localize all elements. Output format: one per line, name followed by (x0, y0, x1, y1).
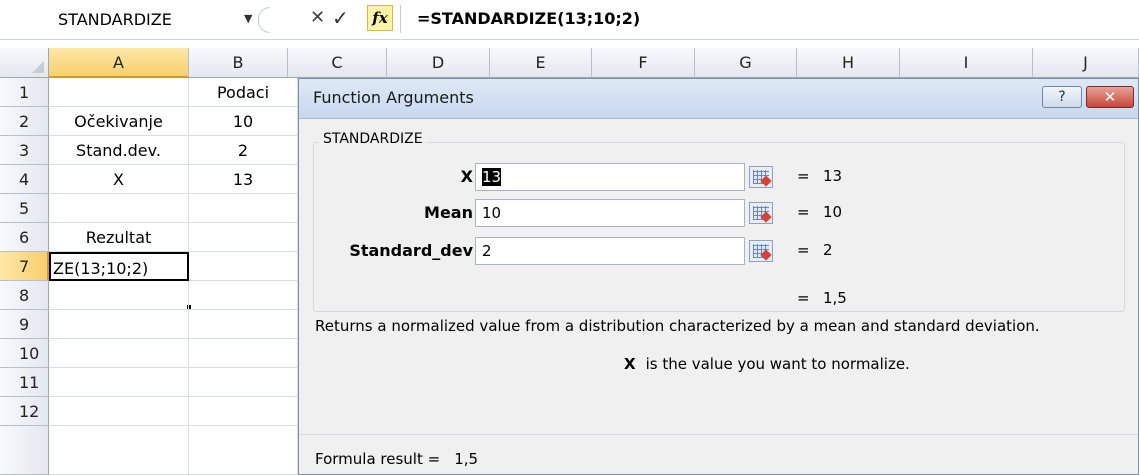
cancel-icon[interactable]: ✕ (310, 7, 325, 28)
column-header-d[interactable]: D (387, 48, 490, 78)
collapse-dialog-mean-icon[interactable] (749, 202, 773, 224)
cell-a10[interactable] (49, 339, 189, 368)
row-header-13[interactable] (0, 426, 49, 475)
argument-input-standard-dev[interactable]: 2 (475, 237, 745, 265)
column-header-j[interactable]: J (1033, 48, 1139, 78)
name-box[interactable]: STANDARDIZE (58, 10, 172, 29)
cell-a5[interactable] (49, 194, 189, 223)
row-header-9[interactable]: 9 (0, 310, 49, 339)
row-header-5[interactable]: 5 (0, 194, 49, 223)
select-all-corner[interactable] (0, 48, 49, 78)
parameter-name: X (624, 355, 636, 373)
argument-result-standard-dev: 2 (823, 241, 833, 259)
argument-row-x: X 13 = 13 (299, 163, 1138, 193)
formula-bar-separator (258, 7, 270, 33)
name-box-dropdown-icon[interactable]: ▼ (244, 12, 252, 25)
formula-result-label: Formula result = (315, 450, 441, 468)
row-header-7[interactable]: 7 (0, 252, 49, 281)
argument-result-mean: 10 (823, 203, 843, 221)
function-arguments-dialog: Function Arguments ? ✕ STANDARDIZE X 13 … (298, 78, 1139, 475)
parameter-description-text: is the value you want to normalize. (645, 355, 910, 373)
column-header-i[interactable]: I (900, 48, 1033, 78)
formula-input[interactable]: =STANDARDIZE(13;10;2) (400, 5, 1139, 33)
column-header-b[interactable]: B (189, 48, 288, 78)
cell-b9[interactable] (189, 310, 298, 339)
dialog-title-bar[interactable]: Function Arguments ? ✕ (299, 79, 1138, 119)
argument-input-mean[interactable]: 10 (475, 199, 745, 227)
argument-result-x: 13 (823, 167, 843, 185)
argument-row-mean: Mean 10 = 10 (299, 199, 1138, 229)
cell-a7-active[interactable]: ZE(13;10;2) (49, 252, 189, 281)
dialog-divider (299, 434, 1138, 435)
cell-b8[interactable] (189, 281, 298, 310)
row-header-8[interactable]: 8 (0, 281, 49, 310)
formula-result: Formula result = 1,5 (315, 450, 478, 468)
argument-input-x[interactable]: 13 (475, 163, 745, 191)
column-header-f[interactable]: F (592, 48, 695, 78)
cell-b1[interactable]: Podaci (189, 78, 298, 107)
cell-a13[interactable] (49, 426, 189, 475)
row-header-11[interactable]: 11 (0, 368, 49, 397)
function-result-value: 1,5 (823, 289, 847, 307)
row-header-2[interactable]: 2 (0, 107, 49, 136)
function-result-equals: = (797, 289, 810, 307)
formula-bar: STANDARDIZE ▼ ✕ ✓ fx =STANDARDIZE(13;10;… (0, 0, 1139, 40)
row-header-12[interactable]: 12 (0, 397, 49, 426)
cell-b5[interactable] (189, 194, 298, 223)
cell-a12[interactable] (49, 397, 189, 426)
collapse-dialog-x-icon[interactable] (749, 166, 773, 188)
column-header-a[interactable]: A (49, 48, 189, 78)
cell-b2[interactable]: 10 (189, 107, 298, 136)
row-header-10[interactable]: 10 (0, 339, 49, 368)
cell-b11[interactable] (189, 368, 298, 397)
cell-a1[interactable] (49, 78, 189, 107)
insert-function-icon[interactable]: fx (367, 5, 393, 31)
argument-label-x: X (460, 167, 473, 186)
cell-a11[interactable] (49, 368, 189, 397)
formula-result-value: 1,5 (454, 450, 479, 468)
column-header-e[interactable]: E (490, 48, 592, 78)
argument-equals-x: = (797, 167, 810, 185)
argument-row-standard-dev: Standard_dev 2 = 2 (299, 237, 1138, 267)
cell-b7[interactable] (189, 252, 298, 281)
enter-icon[interactable]: ✓ (332, 6, 349, 30)
cell-b4[interactable]: 13 (189, 165, 298, 194)
row-header-4[interactable]: 4 (0, 165, 49, 194)
parameter-description: Xis the value you want to normalize. (624, 355, 910, 373)
row-header-6[interactable]: 6 (0, 223, 49, 252)
row-header-1[interactable]: 1 (0, 78, 49, 107)
cell-a9[interactable] (49, 310, 189, 339)
cell-b10[interactable] (189, 339, 298, 368)
collapse-dialog-standard-dev-icon[interactable] (749, 240, 773, 262)
argument-value-x: 13 (482, 168, 502, 186)
cell-a3[interactable]: Stand.dev. (49, 136, 189, 165)
cell-b6[interactable] (189, 223, 298, 252)
help-button[interactable]: ? (1042, 86, 1082, 108)
cell-b13[interactable] (189, 426, 298, 475)
row-header-3[interactable]: 3 (0, 136, 49, 165)
function-description: Returns a normalized value from a distri… (315, 317, 1040, 335)
cell-b12[interactable] (189, 397, 298, 426)
column-header-g[interactable]: G (695, 48, 797, 78)
column-header-c[interactable]: C (288, 48, 387, 78)
argument-equals-standard-dev: = (797, 241, 810, 259)
cell-a2[interactable]: Očekivanje (49, 107, 189, 136)
cell-b3[interactable]: 2 (189, 136, 298, 165)
argument-label-mean: Mean (424, 203, 473, 222)
cell-a4[interactable]: X (49, 165, 189, 194)
column-header-h[interactable]: H (797, 48, 900, 78)
close-button[interactable]: ✕ (1086, 86, 1134, 108)
dialog-title: Function Arguments (313, 88, 474, 107)
argument-equals-mean: = (797, 203, 810, 221)
cell-a8[interactable] (49, 281, 189, 310)
function-name-label: STANDARDIZE (319, 131, 427, 147)
cell-a6[interactable]: Rezultat (49, 223, 189, 252)
argument-label-standard-dev: Standard_dev (349, 241, 473, 260)
